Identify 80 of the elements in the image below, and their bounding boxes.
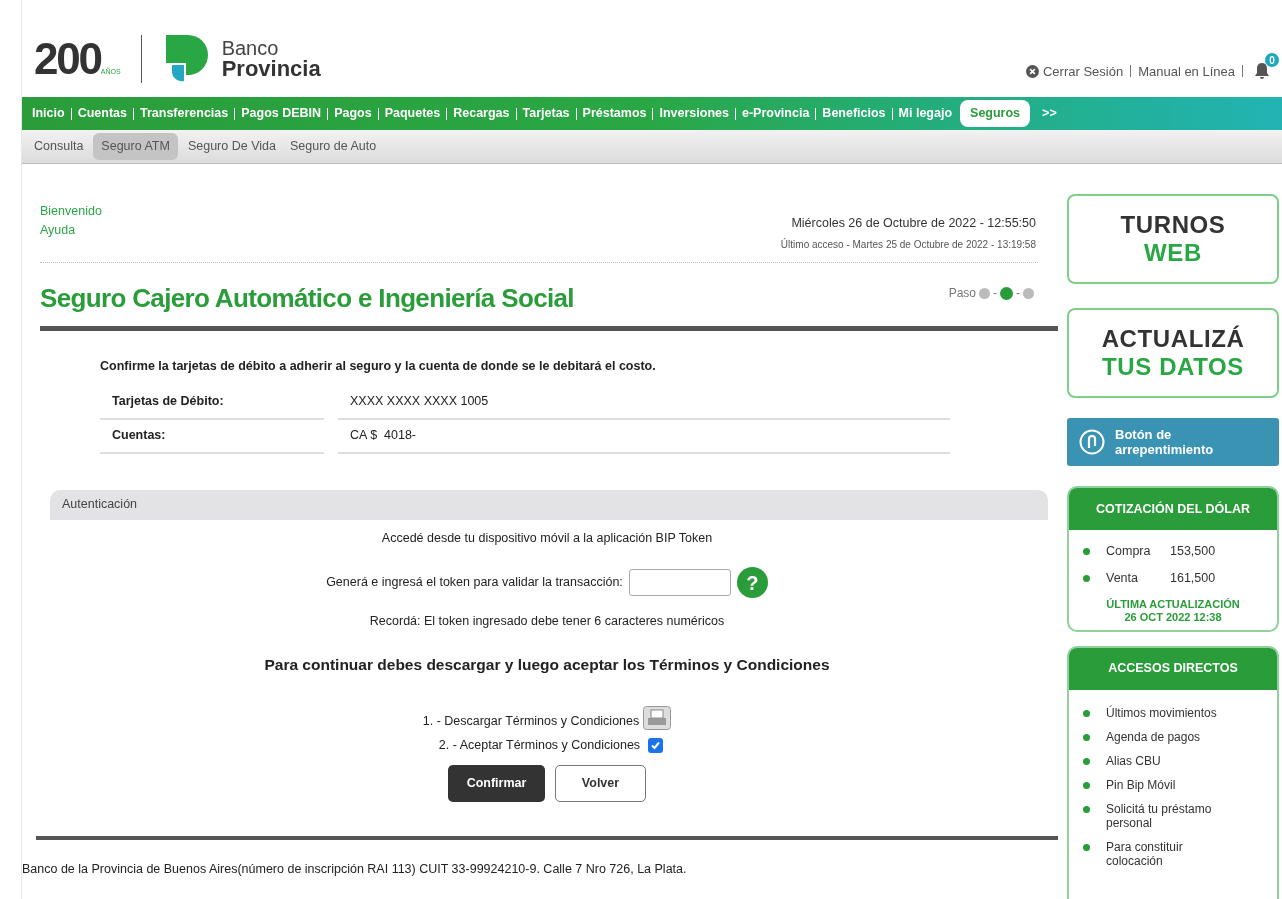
current-datetime: Miércoles 26 de Octubre de 2022 - 12:55:50: [791, 215, 1036, 232]
sub-nav-tab[interactable]: Seguro De Vida: [183, 133, 280, 160]
accept-terms-text: 2. - Aceptar Términos y Condiciones: [438, 737, 641, 755]
welcome-link[interactable]: Bienvenido: [40, 202, 102, 221]
shortcut-link[interactable]: Últimos movimientos: [1106, 705, 1236, 720]
auth-instructions: Accedé desde tu dispositivo móvil a la aplicación BIP Token: [381, 529, 713, 547]
bullet-icon: [1083, 781, 1090, 789]
detail-value: CA $ 4018-: [338, 419, 950, 454]
nav-tab[interactable]: Inicio: [32, 104, 65, 123]
rate-value: 153,500: [1170, 543, 1216, 560]
nav-tab[interactable]: Pagos: [334, 104, 372, 123]
help-link[interactable]: Ayuda: [40, 220, 102, 240]
detail-value: XXXX XXXX XXXX 1005: [338, 385, 950, 420]
notification-badge: 0: [1265, 53, 1279, 68]
bullet-icon: [1083, 805, 1090, 813]
promo-banner[interactable]: TURNOS WEB: [1067, 194, 1279, 284]
shortcut-link[interactable]: Pin Bip Móvil: [1106, 777, 1236, 792]
token-label: Generá e ingresá el token para validar la transacción:: [326, 574, 623, 592]
nav-tab[interactable]: Recargas: [453, 104, 510, 123]
bullet-icon: [1083, 709, 1090, 717]
bullet-icon: [1083, 733, 1090, 741]
shortcut-link[interactable]: Agenda de pagos: [1106, 729, 1236, 744]
last-access-text: Último acceso - Martes 25 de Octubre de 2022 - 13:19:58: [780, 237, 1036, 252]
step-separator: -: [993, 285, 997, 303]
rate-value: 161,500: [1170, 569, 1216, 587]
regret-button[interactable]: Botón de arrepentimiento: [1067, 418, 1279, 466]
printer-icon[interactable]: [643, 706, 672, 731]
step-separator: -: [1016, 285, 1020, 303]
nav-tab[interactable]: Seguros: [960, 100, 1031, 127]
bullet-icon: [1083, 843, 1090, 851]
footer-text: Banco de la Provincia de Buenos Aires(número de inscripción RAI 113) CUIT 33-99924210-9. Calle 7 Nro 726, La Plata.: [22, 861, 688, 878]
sub-nav-tab[interactable]: Seguro de Auto: [285, 133, 381, 160]
instructions-text: Confirme la tarjetas de débito a adherir al seguro y la cuenta de donde se le debitará el costo.: [100, 357, 657, 375]
shortcut-link[interactable]: Alias CBU: [1106, 753, 1236, 768]
bell-icon[interactable]: [1254, 62, 1270, 81]
header-link[interactable]: Manual en Línea: [1138, 61, 1235, 81]
anniversary-logo-text: 200: [34, 37, 101, 81]
confirm-button[interactable]: Confirmar: [448, 765, 545, 802]
nav-tab[interactable]: Préstamos: [582, 104, 647, 123]
token-field[interactable]: [628, 569, 731, 597]
regret-icon: [1079, 429, 1105, 455]
back-button[interactable]: Volver: [555, 765, 646, 802]
card-header: COTIZACIÓN DEL DÓLAR: [1069, 488, 1277, 530]
card-header: ACCESOS DIRECTOS: [1069, 647, 1277, 690]
help-icon[interactable]: ?: [736, 567, 768, 599]
nav-tab[interactable]: Inversiones: [659, 104, 729, 123]
header-link[interactable]: Cerrar Sesión: [1042, 61, 1124, 81]
nav-tab[interactable]: Transferencias: [140, 104, 229, 123]
nav-tab[interactable]: Beneficios: [822, 104, 886, 123]
promo-banner[interactable]: ACTUALIZÁ TUS DATOS: [1067, 308, 1279, 398]
step-label: Paso: [948, 285, 976, 303]
sub-nav-tab[interactable]: Consulta: [30, 133, 88, 160]
shortcut-link[interactable]: Solicitá tu préstamo personal: [1106, 801, 1236, 830]
auth-header: Autenticación: [50, 489, 1048, 520]
terms-heading: Para continuar debes descargar y luego aceptar los Términos y Condiciones: [264, 655, 830, 675]
nav-tab[interactable]: Paquetes: [384, 104, 441, 123]
more-nav-link[interactable]: >>: [1042, 104, 1057, 123]
bullet-icon: [1083, 574, 1090, 582]
detail-label: Cuentas:: [100, 419, 324, 454]
nav-tab[interactable]: e-Provincia: [741, 104, 810, 123]
nav-tab[interactable]: Cuentas: [77, 104, 127, 123]
page-title: Seguro Cajero Automático e Ingeniería Social: [40, 281, 574, 315]
nav-tab[interactable]: Mi legajo: [898, 104, 953, 123]
bank-name: Provincia: [221, 58, 321, 80]
bank-name: Banco: [221, 38, 280, 58]
download-terms-text: 1. - Descargar Términos y Condiciones: [422, 712, 640, 730]
bullet-icon: [1083, 547, 1090, 555]
bullet-icon: [1083, 757, 1090, 765]
detail-label: Tarjetas de Débito:: [100, 385, 324, 420]
nav-tab[interactable]: Pagos DEBIN: [241, 104, 322, 123]
rate-label: Venta: [1106, 569, 1139, 587]
sub-nav-tab[interactable]: Seguro ATM: [93, 133, 178, 160]
rate-label: Compra: [1106, 543, 1152, 560]
token-reminder: Recordá: El token ingresado debe tener 6 caracteres numéricos: [369, 613, 725, 631]
close-icon: [1025, 64, 1039, 78]
accept-checkbox[interactable]: [648, 738, 664, 754]
shortcut-link[interactable]: Para constituir colocación: [1106, 839, 1236, 868]
update-time: 26 OCT 2022 12:38: [1124, 610, 1222, 624]
nav-tab[interactable]: Tarjetas: [522, 104, 570, 123]
update-label: ÚLTIMA ACTUALIZACIÓN: [1106, 597, 1240, 611]
